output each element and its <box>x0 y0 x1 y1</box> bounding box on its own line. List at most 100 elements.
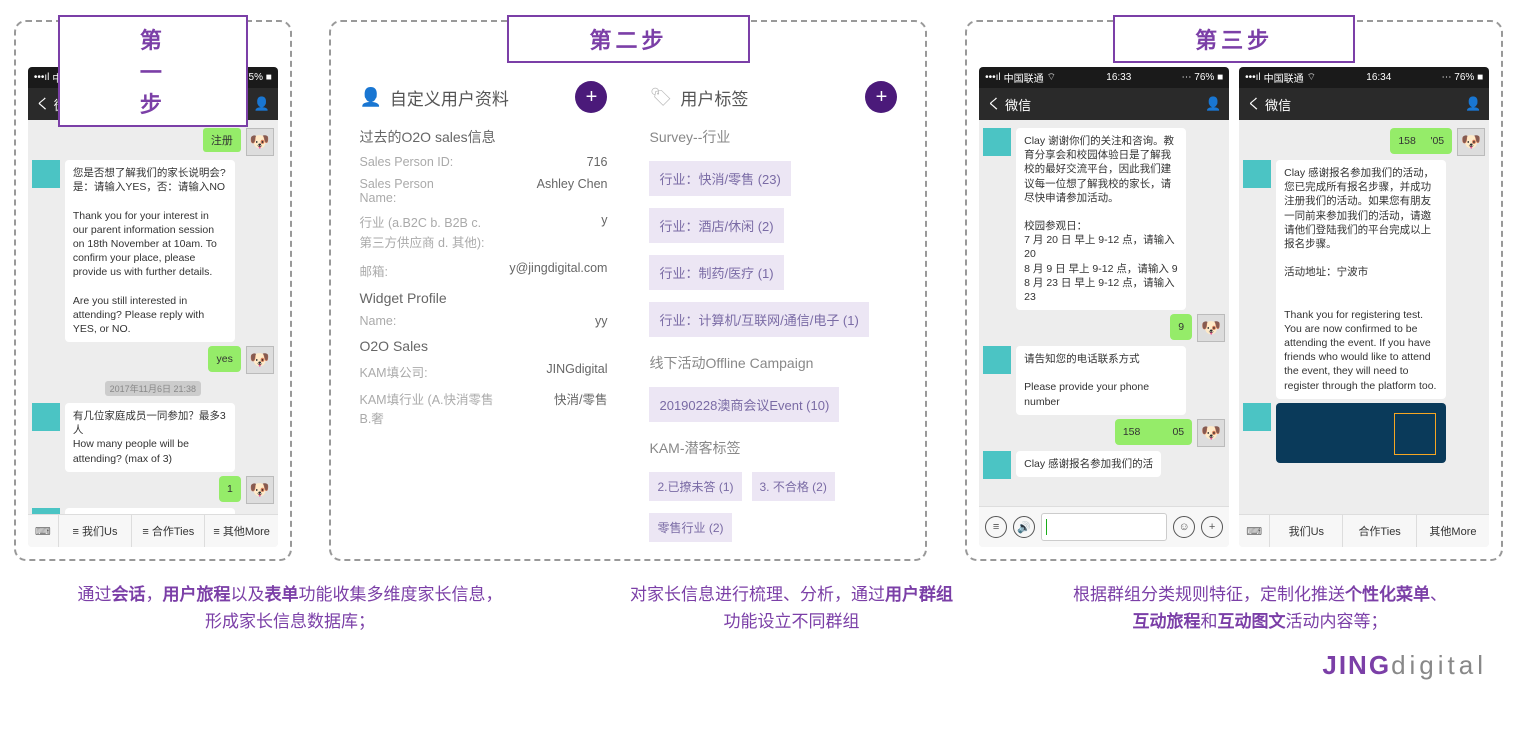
status-bar: •••ıl中国联通⌔ 16:33 ⋯ 76% ■ <box>979 67 1229 88</box>
field-value: 快消/零售 <box>554 389 607 427</box>
tags-panel: 🏷 用户标签 + Survey--行业 行业：快消/零售 (23) 行业：酒店/… <box>633 67 913 547</box>
reply-bubble: 9 <box>1170 314 1192 340</box>
descriptions-row: 通过会话，用户旅程以及表单功能收集多维度家长信息，形成家长信息数据库； 对家长信… <box>0 561 1517 645</box>
panel-header: 🏷 用户标签 + <box>649 81 897 113</box>
menu-us[interactable]: ≡ 我们Us <box>58 515 131 547</box>
back-icon[interactable]: く <box>987 94 1001 114</box>
register-button[interactable]: 注册 <box>203 128 241 152</box>
plus-icon[interactable]: + <box>1201 516 1223 538</box>
nav-bar: く 微信 👤 <box>1239 88 1489 120</box>
back-icon[interactable]: く <box>36 94 50 114</box>
message-row: 请告知您的电话联系方式 Please provide your phone nu… <box>983 346 1225 415</box>
section-header: 过去的O2O sales信息 <box>359 127 607 147</box>
avatar <box>32 160 60 188</box>
message-bubble: Clay 谢谢你们的关注和咨询。教育分享会和校园体验日是了解我校的最好交流平台，… <box>1016 128 1186 310</box>
avatar <box>983 346 1011 374</box>
menu-ties[interactable]: ≡ 合作Ties <box>131 515 204 547</box>
reply-bubble: 1 <box>219 476 241 502</box>
message-row: Clay 感谢报名参加我们的活 <box>983 451 1225 479</box>
back-icon[interactable]: く <box>1247 94 1261 114</box>
section-header: Widget Profile <box>359 290 607 306</box>
reply-row: 🐶 9 <box>983 314 1225 342</box>
voice-icon[interactable]: 🔊 <box>1013 516 1035 538</box>
keyboard-icon[interactable]: ⌨ <box>28 525 58 538</box>
avatar <box>1243 403 1271 431</box>
nav-bar: く 微信 👤 <box>979 88 1229 120</box>
tag[interactable]: 行业：制药/医疗 (1) <box>649 255 783 290</box>
tag[interactable]: 2.已撩未答 (1) <box>649 472 741 501</box>
menu-us[interactable]: 我们Us <box>1269 515 1342 547</box>
message-bubble: 您是否想了解我们的家长说明会? 是：请输入YES，否：请输入NO Thank y… <box>65 160 235 342</box>
step-3: 第三步 •••ıl中国联通⌔ 16:33 ⋯ 76% ■ く 微信 👤 Cla <box>965 20 1503 561</box>
field-value: Ashley Chen <box>537 177 608 205</box>
avatar: 🐶 <box>246 476 274 504</box>
field-value: y@jingdigital.com <box>509 261 607 280</box>
field-label: KAM填公司: <box>359 362 427 381</box>
tag[interactable]: 行业：计算机/互联网/通信/电子 (1) <box>649 302 868 337</box>
timestamp-wrap: 2017年11月6日 21:38 <box>32 378 274 399</box>
status-bar: •••ıl中国联通⌔ 16:34 ⋯ 76% ■ <box>1239 67 1489 88</box>
field-label: Sales Person Name: <box>359 177 469 205</box>
chat-input-bar: ≡ 🔊 ☺ + <box>979 506 1229 547</box>
message-bubble: 有几位家庭成员一同参加？最多3人 How many people will be… <box>65 403 235 472</box>
tag[interactable]: 行业：酒店/休闲 (2) <box>649 208 783 243</box>
field-value: 716 <box>587 155 608 169</box>
tag-section: Survey--行业 <box>649 127 897 147</box>
step-2: 第二步 👤 自定义用户资料 + 过去的O2O sales信息 Sales Per… <box>329 20 927 561</box>
menu-ties[interactable]: 合作Ties <box>1342 515 1415 547</box>
nav-user-icon[interactable]: 👤 <box>254 96 270 112</box>
avatar: 🐶 <box>1197 314 1225 342</box>
register-row: 🐶 注册 <box>32 128 274 156</box>
step-1-label: 第一步 <box>58 15 248 127</box>
tag[interactable]: 零售行业 (2) <box>649 513 731 542</box>
add-button[interactable]: + <box>865 81 897 113</box>
avatar: 🐶 <box>246 346 274 374</box>
emoji-icon[interactable]: ☺ <box>1173 516 1195 538</box>
status-time: 16:34 <box>1366 72 1391 83</box>
field-label: 邮箱: <box>359 261 387 280</box>
add-button[interactable]: + <box>575 81 607 113</box>
profile-panel: 👤 自定义用户资料 + 过去的O2O sales信息 Sales Person … <box>343 67 623 547</box>
carrier-text: 中国联通 <box>1264 70 1304 85</box>
nav-user-icon[interactable]: 👤 <box>1205 96 1221 112</box>
reply-bubble: 158 '05 <box>1390 128 1452 154</box>
chat-area: 🐶 158 '05 Clay 感谢报名参加我们的活动，您已完成所有报名步骤，并成… <box>1239 120 1489 514</box>
message-bubble: Clay 感谢报名参加我们的活动，您已完成所有报名步骤，并成功注册我们的活动。如… <box>1276 160 1446 399</box>
phone-1: •••ıl 中国联通 ⌔ 16:35 ⋯ 75% ■ く 微信 👤 🐶 注册 <box>28 67 278 547</box>
image-card[interactable] <box>1276 403 1446 463</box>
logo-row: JINGdigital <box>0 645 1517 691</box>
panel-header: 👤 自定义用户资料 + <box>359 81 607 113</box>
menu-more[interactable]: ≡ 其他More <box>204 515 277 547</box>
panel-title-text: 自定义用户资料 <box>390 85 509 110</box>
chat-input[interactable] <box>1041 513 1167 541</box>
message-bubble: Clay 感谢报名参加我们的活 <box>1016 451 1161 477</box>
tag[interactable]: 3. 不合格 (2) <box>752 472 835 501</box>
reply-row: 🐶 158 '05 <box>1243 128 1485 156</box>
avatar <box>1243 160 1271 188</box>
message-row: 您是否想了解我们的家长说明会? 是：请输入YES，否：请输入NO Thank y… <box>32 160 274 342</box>
carrier-text: 中国联通 <box>1004 70 1044 85</box>
tag[interactable]: 20190228澳商会议Event (10) <box>649 387 839 422</box>
avatar <box>983 128 1011 156</box>
wifi-icon: ⌔ <box>1307 71 1316 84</box>
panel-title: 👤 自定义用户资料 <box>359 85 508 110</box>
phone-3b: •••ıl中国联通⌔ 16:34 ⋯ 76% ■ く 微信 👤 🐶 158 '0… <box>1239 67 1489 547</box>
wifi-icon: ⌔ <box>1047 71 1056 84</box>
signal-icon: •••ıl <box>34 72 50 83</box>
tag[interactable]: 行业：快消/零售 (23) <box>649 161 790 196</box>
keyboard-icon[interactable]: ⌨ <box>1239 525 1269 538</box>
tag-section: 线下活动Offline Campaign <box>649 353 897 373</box>
step-3-box: •••ıl中国联通⌔ 16:33 ⋯ 76% ■ く 微信 👤 Clay 谢谢你… <box>965 20 1503 561</box>
step-2-box: 👤 自定义用户资料 + 过去的O2O sales信息 Sales Person … <box>329 20 927 561</box>
avatar <box>983 451 1011 479</box>
reply-row: 🐶 1 <box>32 476 274 504</box>
desc-2: 对家长信息进行梳理、分析，通过用户群组功能设立不同群组 <box>630 581 953 635</box>
chat-area: 🐶 注册 您是否想了解我们的家长说明会? 是：请输入YES，否：请输入NO Th… <box>28 120 278 514</box>
bottom-menu-bar: ⌨ 我们Us 合作Ties 其他More <box>1239 514 1489 547</box>
step-3-label: 第三步 <box>1113 15 1355 63</box>
menu-icon[interactable]: ≡ <box>985 516 1007 538</box>
nav-user-icon[interactable]: 👤 <box>1465 96 1481 112</box>
status-time: 16:33 <box>1106 72 1131 83</box>
menu-more[interactable]: 其他More <box>1416 515 1489 547</box>
reply-bubble: 158 05 <box>1115 419 1192 445</box>
